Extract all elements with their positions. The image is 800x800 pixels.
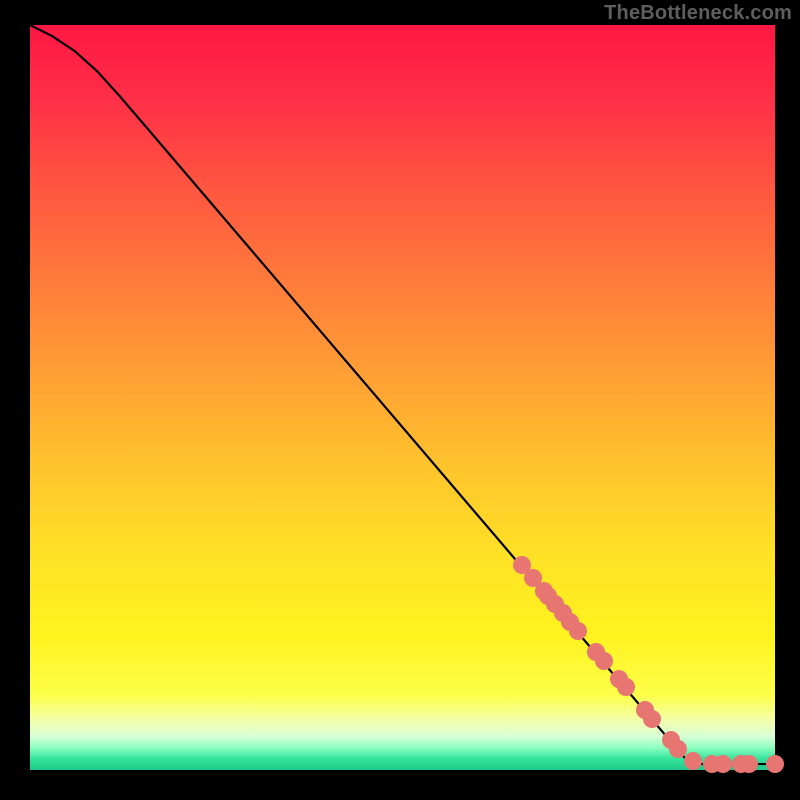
data-point (569, 622, 587, 640)
curve (30, 25, 775, 770)
data-point (766, 755, 784, 773)
source-label: TheBottleneck.com (604, 2, 792, 25)
data-point (714, 755, 732, 773)
data-point (617, 678, 635, 696)
data-point (595, 652, 613, 670)
data-point (740, 755, 758, 773)
chart-stage: TheBottleneck.com (0, 0, 800, 800)
plot-area (30, 25, 775, 770)
data-point (684, 752, 702, 770)
data-point (643, 710, 661, 728)
